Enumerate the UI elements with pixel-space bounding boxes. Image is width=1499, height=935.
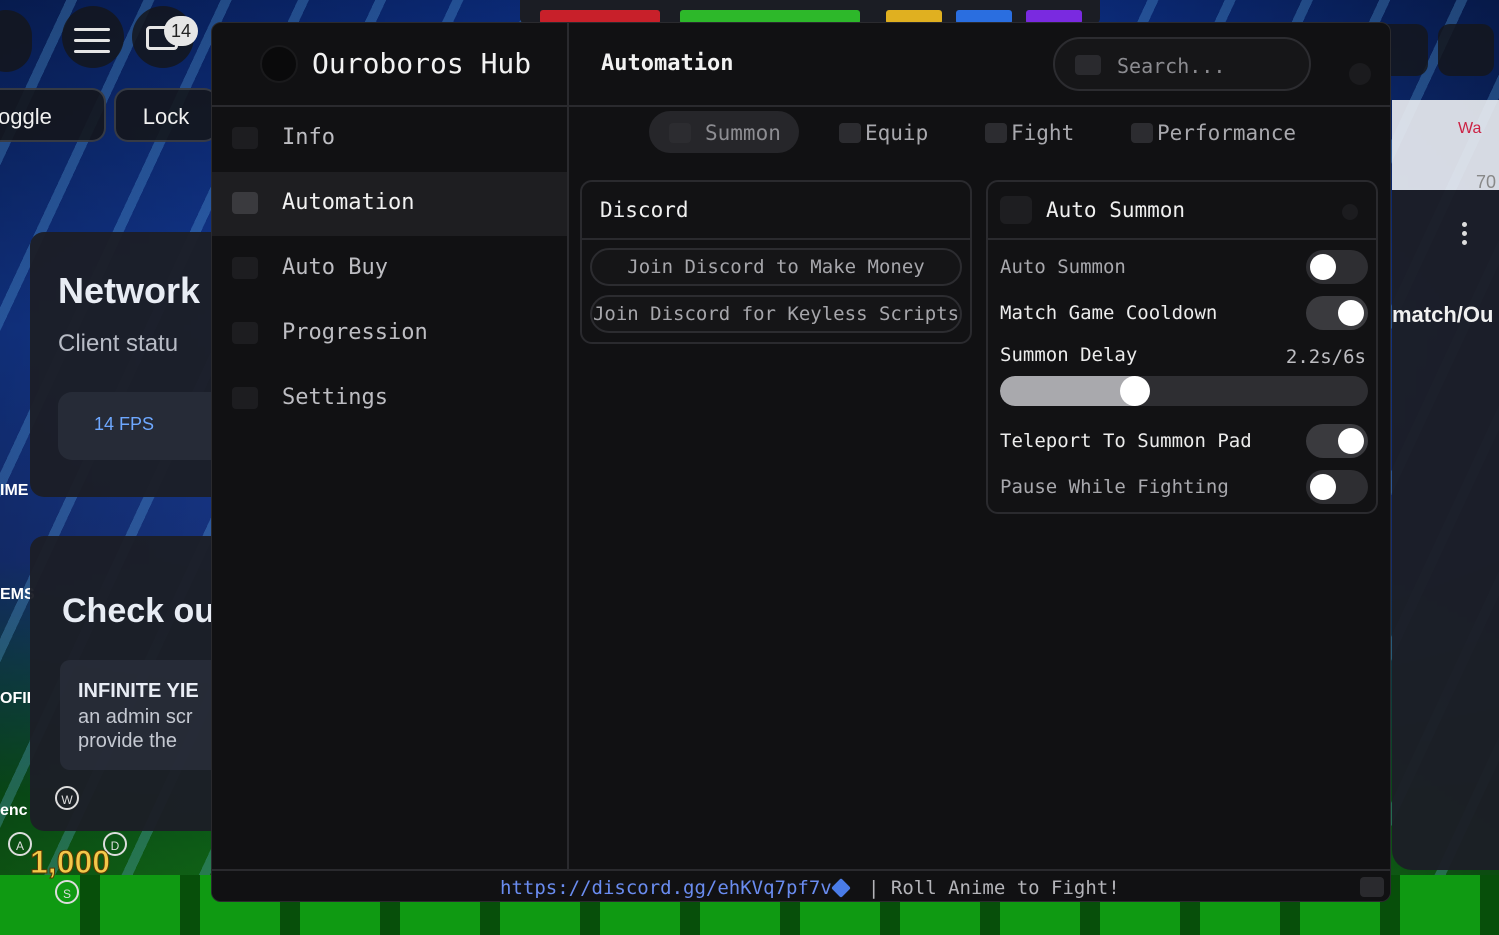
chart-icon xyxy=(232,322,258,344)
auto-summon-toggle[interactable] xyxy=(1306,250,1368,284)
hub-brand: Ouroboros Hub xyxy=(212,23,567,107)
chat-badge: 14 xyxy=(164,16,198,46)
slider-fill xyxy=(1000,376,1136,406)
toggle-knob xyxy=(1338,428,1364,454)
right-wa-label: Wa xyxy=(1458,120,1482,137)
slider-handle[interactable] xyxy=(1120,376,1151,406)
coin-counter: 1,000 xyxy=(29,844,111,881)
sidebar-item-label: Settings xyxy=(282,385,388,410)
infinite-yield-desc-1: an admin scr xyxy=(78,706,193,728)
discord-section: Discord Join Discord to Make Money Join … xyxy=(580,180,972,344)
side-label-enc: enc xyxy=(0,802,28,819)
tab-label: Fight xyxy=(1011,121,1075,145)
hamburger-icon xyxy=(74,28,110,61)
search-icon xyxy=(1075,55,1101,75)
discord-link[interactable]: https://discord.gg/ehKVq7pf7v xyxy=(500,877,832,899)
gift-button[interactable] xyxy=(1438,24,1494,76)
match-cooldown-toggle[interactable] xyxy=(1306,296,1368,330)
toggle-knob xyxy=(1338,300,1364,326)
hub-footer: https://discord.gg/ehKVq7pf7v | Roll Ani… xyxy=(212,869,1390,901)
tab-label: Performance xyxy=(1157,121,1297,145)
automation-icon xyxy=(232,192,258,214)
toggle-knob xyxy=(1310,254,1336,280)
sidebar-item-label: Info xyxy=(282,125,335,150)
auto-summon-title: Auto Summon xyxy=(1046,198,1186,222)
fight-icon xyxy=(985,123,1007,143)
search-input[interactable]: Search... xyxy=(1053,37,1311,91)
fps-label: 14 FPS xyxy=(94,414,155,434)
teleport-pad-label: Teleport To Summon Pad xyxy=(1000,430,1252,452)
infinite-yield-title: INFINITE YIE xyxy=(78,680,199,702)
gem-icon xyxy=(831,878,851,898)
toggle-knob xyxy=(1310,474,1336,500)
right-match-label: match/Ou xyxy=(1392,302,1494,327)
hub-sidebar: Ouroboros Hub Info Automation Auto Buy P… xyxy=(212,23,569,869)
summon-section-icon xyxy=(1000,196,1032,224)
network-card: Network Client statu 14 FPS xyxy=(30,232,228,497)
match-cooldown-label: Match Game Cooldown xyxy=(1000,302,1218,324)
sidebar-item-settings[interactable]: Settings xyxy=(212,367,567,431)
info-icon xyxy=(232,127,258,149)
side-label-ofi: OFII xyxy=(0,690,32,707)
page-title: Automation xyxy=(601,51,734,76)
toggle-button[interactable]: oggle xyxy=(0,88,106,142)
key-w-icon: W xyxy=(55,786,79,810)
sidebar-item-label: Progression xyxy=(282,320,428,345)
sidebar-item-auto-buy[interactable]: Auto Buy xyxy=(212,237,567,301)
discord-section-title: Discord xyxy=(600,198,689,222)
cart-icon xyxy=(232,257,258,279)
discord-section-header: Discord xyxy=(582,182,970,240)
more-options-icon[interactable] xyxy=(1462,222,1468,249)
search-placeholder: Search... xyxy=(1117,54,1226,78)
auto-summon-header[interactable]: Auto Summon xyxy=(988,182,1376,240)
sidebar-item-label: Automation xyxy=(282,190,415,215)
sidebar-item-info[interactable]: Info xyxy=(212,107,567,171)
minimize-icon[interactable] xyxy=(1349,63,1371,85)
equip-icon xyxy=(839,123,861,143)
sidebar-item-label: Auto Buy xyxy=(282,255,388,280)
sidebar-item-progression[interactable]: Progression xyxy=(212,302,567,366)
gear-icon xyxy=(232,387,258,409)
pause-fighting-toggle[interactable] xyxy=(1306,470,1368,504)
hub-title: Ouroboros Hub xyxy=(312,47,532,80)
tab-summon[interactable]: Summon xyxy=(649,111,799,153)
network-subtitle: Client statu xyxy=(58,330,179,357)
pause-fighting-label: Pause While Fighting xyxy=(1000,476,1229,498)
join-discord-money-button[interactable]: Join Discord to Make Money xyxy=(590,248,962,286)
teleport-pad-toggle[interactable] xyxy=(1306,424,1368,458)
join-discord-keyless-button[interactable]: Join Discord for Keyless Scripts xyxy=(590,295,962,333)
key-s-icon: S xyxy=(55,880,79,904)
summon-delay-label: Summon Delay xyxy=(1000,344,1138,366)
tab-label: Summon xyxy=(705,121,781,145)
side-label-ime: IME xyxy=(0,482,29,499)
hub-window: Ouroboros Hub Info Automation Auto Buy P… xyxy=(211,22,1391,902)
network-title: Network xyxy=(58,270,201,311)
check-title: Check ou xyxy=(62,592,216,630)
summon-delay-slider[interactable] xyxy=(1000,376,1368,406)
auto-summon-section: Auto Summon Auto Summon Match Game Coold… xyxy=(986,180,1378,514)
tab-performance[interactable]: Performance xyxy=(1111,111,1311,153)
ouroboros-logo-icon xyxy=(260,45,298,83)
auto-summon-label: Auto Summon xyxy=(1000,256,1126,278)
summon-icon xyxy=(669,123,691,143)
key-a-icon: A xyxy=(8,832,32,856)
tab-bar: Summon Equip Fight Performance xyxy=(569,107,1390,167)
footer-tagline: | Roll Anime to Fight! xyxy=(868,877,1120,899)
collapse-icon[interactable] xyxy=(1342,204,1358,220)
lock-button[interactable]: Lock xyxy=(114,88,218,142)
sidebar-item-automation[interactable]: Automation xyxy=(212,172,567,236)
right-side-card xyxy=(1392,190,1499,870)
check-out-card: Check ou INFINITE YIE an admin scr provi… xyxy=(30,536,240,831)
performance-icon xyxy=(1131,123,1153,143)
tab-fight[interactable]: Fight xyxy=(965,111,1085,153)
hub-header: Automation Search... xyxy=(569,23,1390,107)
summon-delay-value: 2.2s/6s xyxy=(1285,346,1366,368)
footer-icon xyxy=(1360,877,1384,897)
game-top-bar xyxy=(520,0,1100,24)
tab-label: Equip xyxy=(865,121,929,145)
infinite-yield-desc-2: provide the xyxy=(78,730,177,752)
tab-equip[interactable]: Equip xyxy=(819,111,939,153)
fps-box: 14 FPS xyxy=(58,392,228,460)
